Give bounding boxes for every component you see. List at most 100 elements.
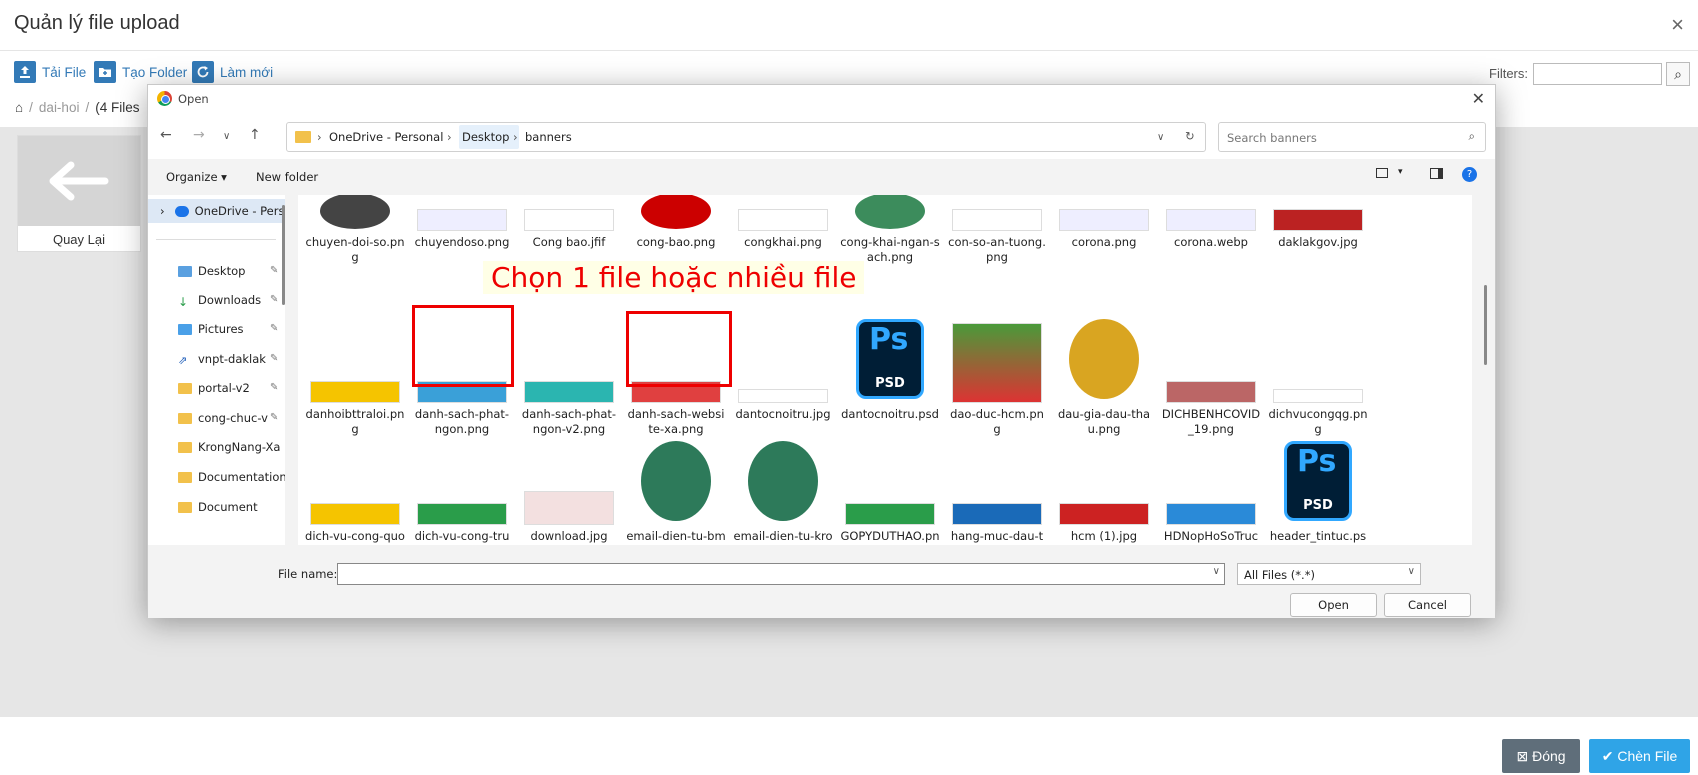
path-segment[interactable]: banners <box>525 130 572 144</box>
recent-chevron-icon[interactable]: ∨ <box>223 131 230 142</box>
file-item[interactable]: dau-gia-dau-thau.png <box>1054 319 1154 437</box>
home-icon[interactable]: ⌂ <box>15 100 23 115</box>
pin-icon: ✎ <box>270 323 279 334</box>
thumbnail-art <box>738 389 828 403</box>
file-item[interactable]: chuyen-doi-so.png <box>305 195 405 265</box>
view-chevron-icon[interactable]: ▾ <box>1398 167 1403 177</box>
sidebar-item[interactable]: Document <box>178 497 258 517</box>
file-item[interactable]: dantocnoitru.jpg <box>733 319 833 422</box>
file-item[interactable]: dich-vu-cong-quoc-gia.png <box>305 441 405 545</box>
file-item[interactable]: corona.webp <box>1161 195 1261 250</box>
file-item[interactable]: email-dien-tu-krongnang.png <box>733 441 833 545</box>
file-item[interactable]: email-dien-tu-bmt.png <box>626 441 726 545</box>
file-name-input[interactable]: ∨ <box>337 563 1225 585</box>
upload-button[interactable]: Tải File <box>14 61 86 83</box>
file-name: header_tintuc.psd <box>1269 529 1367 545</box>
back-arrow-icon[interactable]: ← <box>160 127 172 143</box>
sidebar-item[interactable]: ↓ Downloads <box>178 290 261 310</box>
file-name: cong-bao.png <box>636 235 716 249</box>
file-item[interactable]: dao-duc-hcm.png <box>947 319 1047 437</box>
file-item[interactable]: chuyendoso.png <box>412 195 512 250</box>
refresh-button[interactable]: Làm mới <box>192 61 273 83</box>
search-box[interactable]: Search banners ⌕ <box>1218 122 1486 152</box>
sidebar-item[interactable]: ⇗ vnpt-daklak <box>178 349 266 369</box>
help-icon[interactable]: ? <box>1462 167 1477 182</box>
file-item[interactable]: danh-sach-website-xa.png <box>626 319 726 437</box>
file-item[interactable]: dich-vu-cong-truc-tuyen-v2.png <box>412 441 512 545</box>
file-item[interactable]: congkhai.png <box>733 195 833 250</box>
file-item[interactable]: GOPYDUTHAO.png <box>840 441 940 545</box>
thumbnail-art <box>952 503 1042 525</box>
filters-input[interactable] <box>1533 63 1662 85</box>
folder-icon <box>178 501 192 513</box>
file-item[interactable]: cong-bao.png <box>626 195 726 250</box>
upload-icon <box>14 61 36 83</box>
sidebar-item[interactable]: cong-chuc-v <box>178 408 268 428</box>
folder-icon <box>178 412 192 424</box>
file-item[interactable]: HDNopHoSoTrucTuyen.jpg <box>1161 441 1261 545</box>
close-icon[interactable]: × <box>1671 12 1684 38</box>
file-item[interactable]: Cong bao.jfif <box>519 195 619 250</box>
file-type-select[interactable]: All Files (*.*) ∨ <box>1237 563 1421 585</box>
folder-icon: ↓ <box>178 294 189 309</box>
file-name: GOPYDUTHAO.png <box>840 529 940 545</box>
file-item[interactable]: daklakgov.jpg <box>1268 195 1368 250</box>
up-arrow-icon[interactable]: ↑ <box>249 127 261 143</box>
sidebar-item-label: vnpt-daklak <box>198 352 266 366</box>
insert-file-button[interactable]: ✔ Chèn File <box>1589 739 1690 773</box>
modal-footer <box>0 717 1698 775</box>
file-item[interactable]: Ps PSD dantocnoitru.psd <box>840 319 940 422</box>
file-thumbnail <box>417 195 507 231</box>
open-button[interactable]: Open <box>1290 593 1377 617</box>
close-button[interactable]: ⊠ Đóng <box>1502 739 1580 773</box>
preview-pane-icon[interactable] <box>1430 168 1443 179</box>
organize-menu[interactable]: Organize ▾ <box>166 170 227 184</box>
file-item[interactable]: danh-sach-phat-ngon.png <box>412 319 512 437</box>
chevron-down-icon[interactable]: ∨ <box>1157 132 1164 143</box>
new-folder-button[interactable]: Tạo Folder <box>94 61 187 83</box>
address-bar[interactable]: › OneDrive - Personal › Desktop › banner… <box>286 122 1206 152</box>
file-thumbnail <box>845 195 935 231</box>
new-folder-command[interactable]: New folder <box>256 170 318 184</box>
thumbnail-art <box>1059 209 1149 231</box>
file-item[interactable]: PsPSD header_tintuc.psd <box>1268 441 1368 545</box>
path-segment[interactable]: OneDrive - Personal <box>329 130 443 144</box>
refresh-icon[interactable]: ↻ <box>1185 129 1195 143</box>
file-name: chuyendoso.png <box>414 235 510 249</box>
file-item[interactable]: download.jpg <box>519 441 619 544</box>
sidebar-item[interactable]: KrongNang-Xa <box>178 437 280 457</box>
file-item[interactable]: danh-sach-phat-ngon-v2.png <box>519 319 619 437</box>
sidebar-item[interactable]: portal-v2 <box>178 378 250 398</box>
file-item[interactable]: dichvucongqg.png <box>1268 319 1368 437</box>
sidebar-item[interactable]: Documentation <box>178 467 285 487</box>
file-name: dantocnoitru.jpg <box>735 407 831 421</box>
chevron-down-icon: ∨ <box>1212 566 1220 577</box>
file-item[interactable]: hcm (1).jpg <box>1054 441 1154 544</box>
sidebar-item[interactable]: Pictures <box>178 319 244 339</box>
file-item[interactable]: con-so-an-tuong.png <box>947 195 1047 265</box>
view-icon[interactable] <box>1376 168 1388 178</box>
path-segment[interactable]: Desktop <box>462 130 509 144</box>
file-item[interactable]: danhoibttraloi.png <box>305 319 405 437</box>
file-thumbnail <box>952 319 1042 403</box>
file-item[interactable]: DICHBENHCOVID_19.png <box>1161 319 1261 437</box>
sidebar-item[interactable]: Desktop <box>178 261 245 281</box>
path-sep: › <box>447 130 452 144</box>
nav-scrollbar[interactable] <box>282 205 285 305</box>
forward-arrow-icon[interactable]: → <box>193 127 205 143</box>
back-tile[interactable]: Quay Lại <box>17 135 141 252</box>
cancel-button[interactable]: Cancel <box>1384 593 1471 617</box>
file-scrollbar[interactable] <box>1484 285 1487 365</box>
sidebar-item[interactable]: › OneDrive - Personal <box>160 201 285 221</box>
breadcrumb-folder[interactable]: dai-hoi <box>39 100 80 115</box>
search-icon[interactable]: ⌕ <box>1666 62 1690 86</box>
dialog-close-icon[interactable]: ✕ <box>1472 89 1485 108</box>
sidebar-item-label: Pictures <box>198 322 244 336</box>
folder-icon <box>295 131 311 143</box>
file-item[interactable]: hang-muc-dau-tu.png <box>947 441 1047 545</box>
chevron-right-icon[interactable]: › <box>160 204 165 218</box>
thumbnail-art <box>310 503 400 525</box>
file-item[interactable]: cong-khai-ngan-sach.png <box>840 195 940 265</box>
file-thumbnail <box>524 441 614 525</box>
file-item[interactable]: corona.png <box>1054 195 1154 250</box>
